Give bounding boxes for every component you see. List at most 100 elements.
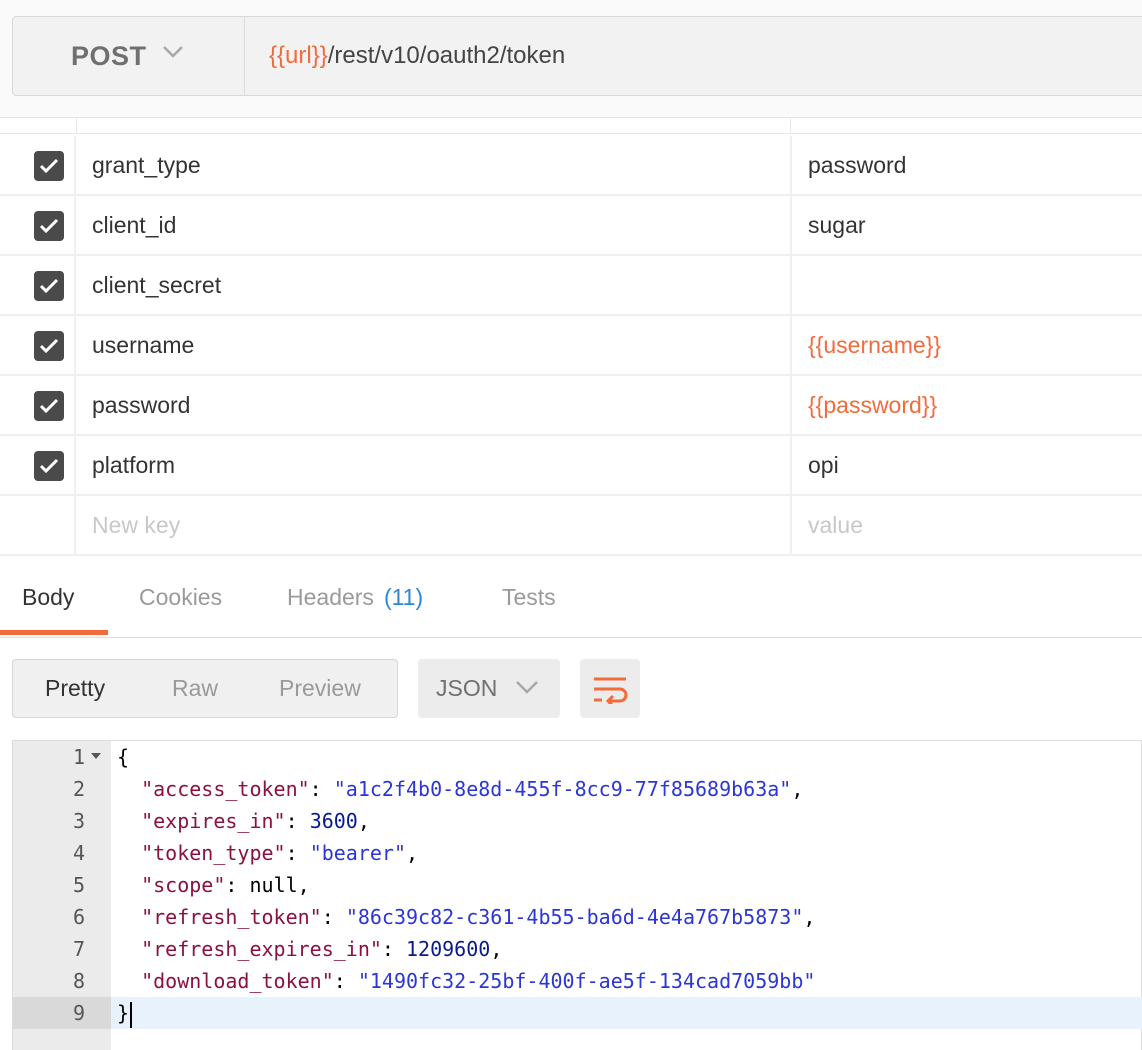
url-input[interactable]: {{url}}/rest/v10/oauth2/token xyxy=(269,17,565,95)
new-key-input[interactable]: New key xyxy=(92,496,180,554)
chevron-down-icon xyxy=(516,681,538,694)
param-value[interactable]: sugar xyxy=(808,196,866,254)
json-value: 1209600 xyxy=(406,937,491,961)
param-checkbox[interactable] xyxy=(34,451,64,481)
checkmark-icon xyxy=(39,458,59,474)
open-brace: { xyxy=(117,745,130,769)
params-table: grant_type password client_id sugar client_s… xyxy=(0,118,1142,556)
code-line: "scope": null, xyxy=(141,873,310,897)
tab-body[interactable]: Body xyxy=(22,556,74,638)
param-key[interactable]: grant_type xyxy=(92,136,201,194)
json-punct: , xyxy=(791,777,804,801)
param-checkbox[interactable] xyxy=(34,391,64,421)
current-line-highlight xyxy=(13,997,1142,1029)
json-key: "download_token" xyxy=(141,969,334,993)
param-checkbox[interactable] xyxy=(34,151,64,181)
param-value[interactable]: password xyxy=(808,136,906,194)
param-row: platform opi xyxy=(0,436,1142,496)
view-pretty-button[interactable]: Pretty xyxy=(45,660,105,717)
code-line: "access_token": "a1c2f4b0-8e8d-455f-8cc9… xyxy=(141,777,804,801)
code-line: "refresh_token": "86c39c82-c361-4b55-ba6… xyxy=(141,905,816,929)
close-brace: } xyxy=(117,1001,130,1025)
param-value[interactable]: {{username}} xyxy=(808,316,941,374)
param-key[interactable]: client_secret xyxy=(92,256,221,314)
method-label: POST xyxy=(71,40,147,71)
code-line: { xyxy=(117,741,129,773)
tab-headers-label: Headers xyxy=(287,583,374,610)
headers-count-badge: (11) xyxy=(383,583,424,610)
param-row: password {{password}} xyxy=(0,376,1142,436)
fold-arrow-icon[interactable] xyxy=(91,753,101,759)
json-punct: , xyxy=(357,809,370,833)
line-number: 6 xyxy=(72,905,85,929)
response-tabs: Body Cookies Headers (11) Tests xyxy=(0,556,1142,638)
json-key: "token_type" xyxy=(141,841,286,865)
json-value: null xyxy=(249,873,298,897)
wrap-lines-icon xyxy=(594,677,628,704)
checkmark-icon xyxy=(39,398,59,414)
json-value: 3600 xyxy=(309,809,358,833)
param-checkbox[interactable] xyxy=(34,211,64,241)
view-mode-toggle: Pretty Raw Preview xyxy=(12,659,398,718)
json-punct: , xyxy=(297,873,310,897)
code-line: } xyxy=(117,997,133,1029)
code-line: "download_token": "1490fc32-25bf-400f-ae… xyxy=(141,969,816,993)
view-preview-button[interactable]: Preview xyxy=(279,660,361,717)
json-punct: , xyxy=(803,905,816,929)
checkmark-icon xyxy=(39,338,59,354)
url-variable: {{url}} xyxy=(269,42,328,69)
param-checkbox[interactable] xyxy=(34,271,64,301)
param-check-cell xyxy=(0,316,76,374)
param-value[interactable]: opi xyxy=(808,436,839,494)
new-value-input[interactable]: value xyxy=(808,496,863,554)
param-check-cell xyxy=(0,376,76,434)
response-body-editor[interactable]: 1 2 3 4 5 6 7 8 9 { "access_token": "a1c2f4b0-8e… xyxy=(12,740,1142,1050)
line-number: 7 xyxy=(72,937,85,961)
line-number: 9 xyxy=(72,1001,85,1025)
view-raw-button[interactable]: Raw xyxy=(172,660,218,717)
param-check-cell xyxy=(0,436,76,494)
chevron-down-icon xyxy=(163,46,183,58)
param-row: client_id sugar xyxy=(0,196,1142,256)
json-value: "a1c2f4b0-8e8d-455f-8cc9-77f85689b63a" xyxy=(333,777,792,801)
json-key: "scope" xyxy=(141,873,226,897)
json-value: "1490fc32-25bf-400f-ae5f-134cad7059bb" xyxy=(357,969,816,993)
line-number: 5 xyxy=(72,873,85,897)
text-caret xyxy=(130,1001,133,1028)
tab-cookies[interactable]: Cookies xyxy=(139,556,222,638)
json-value: "86c39c82-c361-4b55-ba6d-4e4a767b5873" xyxy=(345,905,804,929)
param-check-cell xyxy=(0,196,76,254)
new-param-row: New key value xyxy=(0,496,1142,556)
json-punct: , xyxy=(490,937,503,961)
json-value: "bearer" xyxy=(309,841,407,865)
url-box: POST {{url}}/rest/v10/oauth2/token xyxy=(12,16,1142,96)
tab-headers[interactable]: Headers (11) xyxy=(287,556,423,638)
code-line: "token_type": "bearer", xyxy=(141,841,419,865)
checkmark-icon xyxy=(39,278,59,294)
new-param-check-cell xyxy=(0,496,76,554)
json-key: "refresh_token" xyxy=(141,905,322,929)
method-dropdown[interactable]: POST xyxy=(13,17,245,95)
param-check-cell xyxy=(0,136,76,194)
line-number: 2 xyxy=(72,777,85,801)
request-bar: POST {{url}}/rest/v10/oauth2/token xyxy=(0,0,1142,118)
wrap-lines-button[interactable] xyxy=(580,659,640,718)
param-key[interactable]: password xyxy=(92,376,190,434)
json-key: "refresh_expires_in" xyxy=(141,937,382,961)
param-key[interactable]: platform xyxy=(92,436,175,494)
tab-tests[interactable]: Tests xyxy=(502,556,556,638)
line-number: 1 xyxy=(72,745,85,769)
param-value[interactable]: {{password}} xyxy=(808,376,937,434)
code-line: "expires_in": 3600, xyxy=(141,809,370,833)
url-path: /rest/v10/oauth2/token xyxy=(327,42,566,69)
params-header-row xyxy=(0,118,1142,134)
param-row: grant_type password xyxy=(0,136,1142,196)
line-number: 8 xyxy=(72,969,85,993)
format-dropdown[interactable]: JSON xyxy=(418,659,560,718)
param-check-cell xyxy=(0,256,76,314)
checkmark-icon xyxy=(39,158,59,174)
param-key[interactable]: username xyxy=(92,316,194,374)
param-checkbox[interactable] xyxy=(34,331,64,361)
line-number: 3 xyxy=(72,809,85,833)
param-key[interactable]: client_id xyxy=(92,196,176,254)
